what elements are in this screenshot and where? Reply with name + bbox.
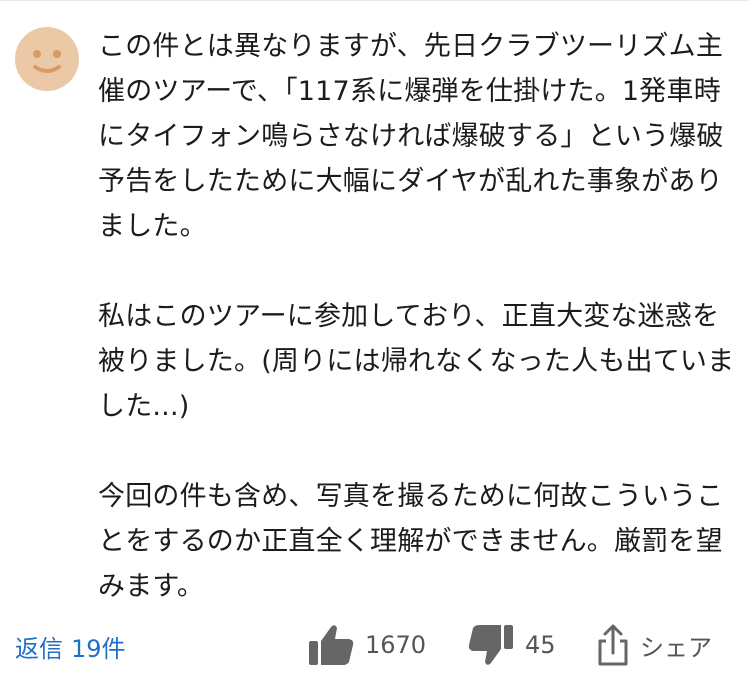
dislike-count: 45 [525,631,556,659]
comment-paragraph: 私はこのツアーに参加しており、正直大変な迷惑を被りました。(周りには帰れなくなっ… [98,301,735,422]
top-divider [0,0,749,1]
comment-body: この件とは異なりますが、先日クラブツーリズム主催のツアーで、「117系に爆弾を仕… [98,24,738,609]
share-icon [598,624,628,666]
comment-footer: 返信 19件 1670 45 シェア [0,615,749,679]
reply-label: 返信 [15,635,63,663]
like-count: 1670 [365,631,427,659]
share-label: シェア [640,633,712,662]
reply-button[interactable]: 返信 19件 [15,629,126,664]
comment-paragraph: 今回の件も含め、写真を撮るために何故こういうことをするのか正直全く理解ができませ… [98,481,724,602]
like-button[interactable]: 1670 [307,619,426,671]
thumbs-down-icon [468,625,513,665]
reply-count: 19件 [71,635,126,663]
share-button[interactable]: シェア [596,619,712,671]
smiley-face-icon [33,50,61,73]
thumbs-up-icon [309,625,354,665]
dislike-button[interactable]: 45 [467,619,556,671]
avatar[interactable] [15,27,79,91]
comment-paragraph: この件とは異なりますが、先日クラブツーリズム主催のツアーで、「117系に爆弾を仕… [98,31,724,242]
